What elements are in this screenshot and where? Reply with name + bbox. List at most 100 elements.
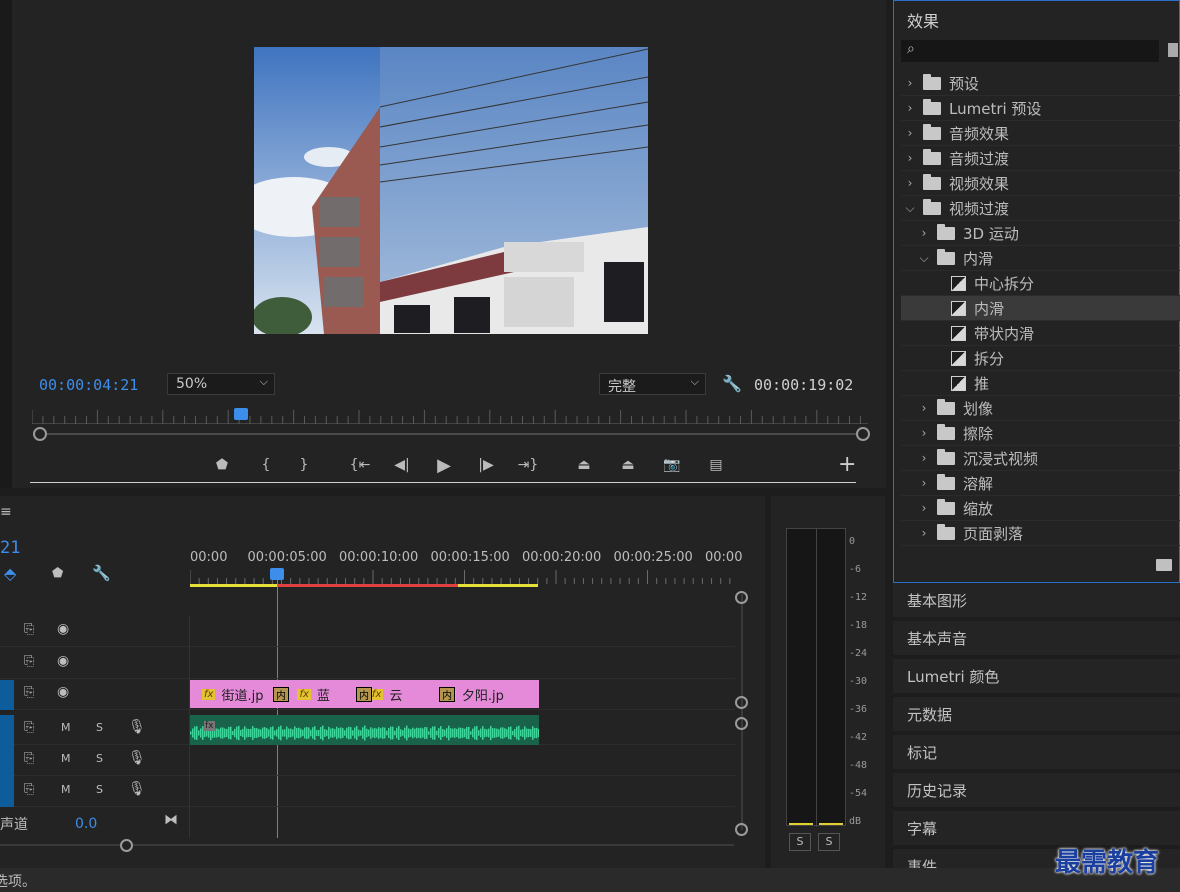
extract-button[interactable]: ⏏ — [615, 452, 641, 478]
new-custom-bin-icon[interactable] — [1156, 559, 1172, 571]
effects-item[interactable]: 内滑 — [901, 296, 1180, 321]
timeline-timecode[interactable]: 21 — [0, 538, 20, 558]
mark-out-button[interactable]: } — [291, 452, 317, 478]
scroll-handle-right[interactable] — [856, 427, 870, 441]
eye-icon[interactable]: ◉ — [57, 653, 69, 669]
effects-item[interactable]: › 擦除 — [901, 421, 1180, 446]
scroll-handle[interactable] — [735, 696, 748, 709]
effects-item[interactable]: ⌵ 内滑 — [901, 246, 1180, 271]
solo-button[interactable]: S — [96, 783, 103, 796]
scroll-handle[interactable] — [735, 823, 748, 836]
effects-item[interactable]: › 沉浸式视频 — [901, 446, 1180, 471]
horizontal-scrollbar[interactable] — [0, 844, 734, 846]
effects-item[interactable]: › 划像 — [901, 396, 1180, 421]
solo-button[interactable]: S — [96, 752, 103, 765]
chevron-right-icon[interactable]: › — [917, 401, 931, 415]
quality-dropdown[interactable]: 完整 ⌵ — [599, 373, 706, 395]
timeline-playhead-marker[interactable] — [270, 568, 284, 580]
chevron-right-icon[interactable]: › — [917, 501, 931, 515]
bowtie-icon[interactable]: ⧓ — [164, 812, 178, 828]
export-frame-icon[interactable]: 📷 — [659, 452, 685, 478]
add-button[interactable]: + — [838, 452, 856, 477]
scroll-handle-left[interactable] — [33, 427, 47, 441]
panel-tab[interactable]: 标记 — [893, 735, 1180, 769]
new-bin-icon[interactable] — [1168, 43, 1178, 57]
audio-targets[interactable] — [0, 715, 14, 807]
chevron-right-icon[interactable]: › — [903, 176, 917, 190]
menu-icon[interactable]: ≡ — [0, 504, 12, 520]
scroll-handle[interactable] — [735, 717, 748, 730]
effects-item[interactable]: ⌵ 视频过渡 — [901, 196, 1180, 221]
vertical-scrollbar[interactable] — [741, 594, 743, 830]
step-forward-button[interactable]: |▶ — [473, 452, 499, 478]
solo-left-button[interactable]: S — [789, 833, 811, 851]
mute-button[interactable]: M — [61, 752, 71, 765]
play-button[interactable]: ▶ — [431, 452, 457, 478]
chevron-right-icon[interactable]: › — [917, 226, 931, 240]
h-scroll-handle[interactable] — [120, 839, 133, 852]
microphone-icon[interactable]: 🎙 — [128, 719, 146, 735]
snap-icon[interactable]: ⬘ — [4, 564, 24, 583]
chevron-right-icon[interactable]: › — [903, 126, 917, 140]
zoom-dropdown[interactable]: 50% ⌵ — [167, 373, 275, 395]
chevron-right-icon[interactable]: › — [903, 101, 917, 115]
effects-item[interactable]: › 视频效果 — [901, 171, 1180, 196]
mute-button[interactable]: M — [61, 783, 71, 796]
sync-lock-icon[interactable]: ⎘ — [24, 720, 34, 735]
panel-tab[interactable]: 元数据 — [893, 697, 1180, 731]
lift-button[interactable]: ⏏ — [571, 452, 597, 478]
eye-icon[interactable]: ◉ — [57, 621, 69, 637]
microphone-icon[interactable]: 🎙 — [128, 750, 146, 766]
chevron-right-icon[interactable]: › — [917, 526, 931, 540]
effects-item[interactable]: › 3D 运动 — [901, 221, 1180, 246]
v1-target[interactable] — [0, 680, 14, 710]
master-value[interactable]: 0.0 — [75, 816, 97, 832]
chevron-down-icon[interactable]: ⌵ — [917, 251, 931, 266]
wrench-icon[interactable]: 🔧 — [722, 374, 742, 393]
panel-tab[interactable]: 历史记录 — [893, 773, 1180, 807]
zoom-scrollbar[interactable] — [40, 433, 862, 435]
effects-item[interactable]: › 页面剥落 — [901, 521, 1180, 546]
effects-item[interactable]: 推 — [901, 371, 1180, 396]
effects-item[interactable]: 拆分 — [901, 346, 1180, 371]
compare-view-button[interactable]: ▤ — [703, 452, 729, 478]
step-back-button[interactable]: ◀| — [389, 452, 415, 478]
playhead-marker[interactable] — [234, 408, 248, 420]
add-marker-button[interactable]: ⬟ — [209, 452, 235, 478]
go-to-in-button[interactable]: {⇤ — [347, 452, 373, 478]
solo-right-button[interactable]: S — [818, 833, 840, 851]
mute-button[interactable]: M — [61, 721, 71, 734]
transition-marker[interactable]: 内 — [273, 687, 289, 702]
mark-in-button[interactable]: { — [253, 452, 279, 478]
effects-item[interactable]: › 音频过渡 — [901, 146, 1180, 171]
chevron-right-icon[interactable]: › — [903, 76, 917, 90]
microphone-icon[interactable]: 🎙 — [128, 781, 146, 797]
effects-item[interactable]: › 缩放 — [901, 496, 1180, 521]
chevron-right-icon[interactable]: › — [917, 426, 931, 440]
video-clip-track[interactable]: fx街道.jp fx蓝 fx云 fx夕阳.jp 内 内 内 — [190, 680, 539, 708]
scroll-handle[interactable] — [735, 591, 748, 604]
video-preview[interactable] — [254, 47, 648, 334]
wrench-icon[interactable]: 🔧 — [92, 564, 111, 582]
eye-icon[interactable]: ◉ — [57, 684, 69, 700]
current-timecode[interactable]: 00:00:04:21 — [39, 376, 138, 394]
marker-icon[interactable]: ⬟ — [52, 566, 63, 581]
panel-tab[interactable]: 基本图形 — [893, 583, 1180, 617]
effects-item[interactable]: › 溶解 — [901, 471, 1180, 496]
chevron-right-icon[interactable]: › — [917, 476, 931, 490]
solo-button[interactable]: S — [96, 721, 103, 734]
audio-clip[interactable]: fx — [190, 715, 539, 745]
go-to-out-button[interactable]: ⇥} — [515, 452, 541, 478]
effects-item[interactable]: › 音频效果 — [901, 121, 1180, 146]
chevron-down-icon[interactable]: ⌵ — [903, 201, 917, 216]
sync-lock-icon[interactable]: ⎘ — [24, 782, 34, 797]
transition-marker[interactable]: 内 — [356, 687, 372, 702]
effects-item[interactable]: › 预设 — [901, 71, 1180, 96]
sync-lock-icon[interactable]: ⎘ — [24, 751, 34, 766]
panel-tab[interactable]: 基本声音 — [893, 621, 1180, 655]
sync-lock-icon[interactable]: ⎘ — [24, 622, 34, 637]
chevron-right-icon[interactable]: › — [917, 451, 931, 465]
monitor-ruler[interactable] — [31, 410, 868, 424]
chevron-right-icon[interactable]: › — [903, 151, 917, 165]
sync-lock-icon[interactable]: ⎘ — [24, 654, 34, 669]
